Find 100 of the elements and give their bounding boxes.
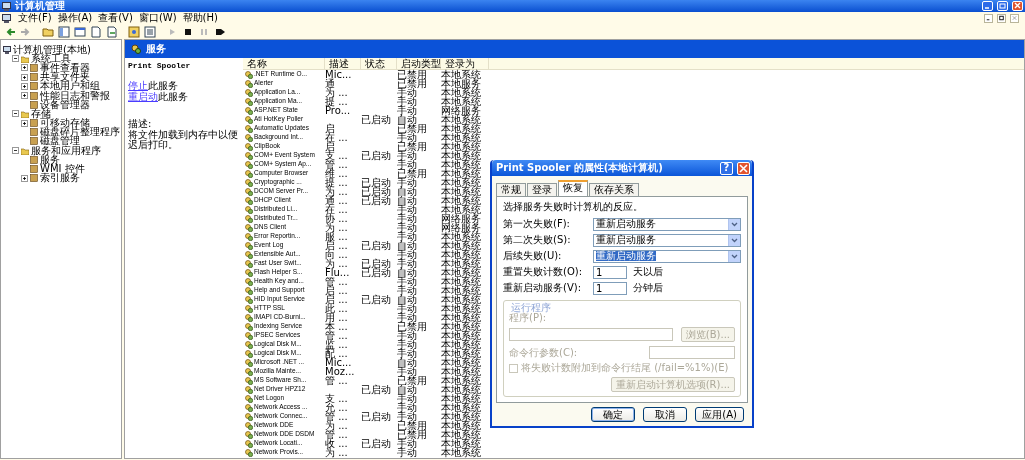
- table-cell-text: Mic...: [325, 357, 352, 368]
- tree-item[interactable]: 服务: [40, 154, 60, 165]
- restore-button[interactable]: [997, 13, 1006, 23]
- table-cell-text: 手动: [397, 105, 418, 116]
- table-cell-text: 自动: [397, 357, 418, 368]
- computer-icon: [2, 13, 11, 23]
- column-header[interactable]: 描述: [325, 58, 361, 69]
- table-cell-text: 为 ...: [325, 87, 349, 98]
- table-cell-text: 已启动: [361, 411, 392, 422]
- panel-icon[interactable]: [57, 25, 70, 38]
- table-cell-text: 已禁用: [397, 375, 428, 386]
- collapse-toggle[interactable]: [12, 110, 19, 118]
- table-cell-text: 已启动: [361, 240, 392, 251]
- table-cell-text: 已禁用: [397, 141, 428, 152]
- list-icon[interactable]: [143, 25, 156, 38]
- tree-item[interactable]: 计算机管理(本地): [13, 44, 91, 55]
- table-cell-text: 向 ...: [325, 249, 349, 260]
- group-title: 运行程序: [509, 303, 553, 313]
- service-name: Print Spooler: [128, 62, 192, 70]
- window-icon[interactable]: [73, 25, 86, 38]
- expand-toggle[interactable]: [21, 73, 28, 81]
- ok-button[interactable]: 确定: [591, 407, 636, 422]
- table-cell-text: 手动: [397, 87, 417, 98]
- table-cell-text: 自动: [397, 267, 418, 278]
- table-cell-text: 手动: [397, 258, 418, 269]
- expand-toggle[interactable]: [21, 92, 28, 100]
- table-cell-text: 本地系统: [441, 258, 482, 269]
- table-cell-text: 本地系统: [441, 96, 482, 107]
- tree-item[interactable]: 共享文件夹: [40, 72, 90, 83]
- table-cell-text: 手动: [397, 285, 418, 296]
- table-cell-text: 监 ...: [325, 339, 349, 350]
- folder-icon: [21, 146, 29, 155]
- table-cell-text: 手动: [397, 159, 417, 170]
- expand-toggle[interactable]: [21, 82, 28, 90]
- tab[interactable]: 常规: [496, 183, 526, 196]
- table-cell-text: 手动: [397, 366, 417, 377]
- table-cell-text: 启 ...: [325, 240, 349, 251]
- stop-link[interactable]: 停止: [128, 80, 148, 91]
- table-cell-text: 已启动: [361, 258, 392, 269]
- help-button[interactable]: ?: [720, 161, 733, 175]
- number-field[interactable]: 1: [593, 265, 627, 279]
- restart-link[interactable]: 重启动: [128, 91, 158, 102]
- column-header[interactable]: 状态: [361, 58, 397, 69]
- table-cell-text: 本地系统: [441, 402, 482, 413]
- table-cell-text: 管 ...: [325, 411, 349, 422]
- collapse-toggle[interactable]: [12, 55, 19, 63]
- tab[interactable]: 依存关系: [589, 183, 639, 196]
- table-cell-text: 手动: [397, 330, 417, 341]
- expand-toggle[interactable]: [21, 119, 28, 127]
- description-label: 描述:: [128, 119, 153, 129]
- dropdown[interactable]: 重新启动服务: [593, 249, 741, 263]
- number-field[interactable]: 1: [593, 281, 627, 295]
- expand-toggle[interactable]: [21, 174, 28, 182]
- tab[interactable]: 恢复: [558, 180, 588, 196]
- table-cell-text: 本地系统: [441, 393, 482, 404]
- menu-item[interactable]: 操作(A): [54, 13, 96, 23]
- table-cell-text: 通 ...: [325, 195, 349, 206]
- table-cell-text: 服 ...: [325, 231, 349, 242]
- field-label: 程序(P):: [509, 313, 547, 323]
- expand-toggle[interactable]: [21, 64, 28, 72]
- table-cell-text: 启: [325, 141, 336, 152]
- tree-item[interactable]: 服务和应用程序: [31, 145, 101, 156]
- tab[interactable]: 登录: [527, 183, 557, 196]
- dropdown[interactable]: 重新启动服务: [593, 233, 741, 247]
- cancel-button[interactable]: 取消: [643, 407, 688, 422]
- menu-item[interactable]: 窗口(W): [135, 13, 180, 23]
- table-cell-text: 已禁用: [397, 420, 428, 431]
- table-cell-text: 手动: [397, 96, 418, 107]
- table-cell-text: 已启动: [361, 177, 392, 188]
- tree-item[interactable]: 索引服务: [40, 173, 80, 184]
- collapse-toggle[interactable]: [12, 147, 19, 155]
- column-header[interactable]: 登录为: [441, 58, 489, 69]
- table-cell-text: 已启动: [361, 195, 392, 206]
- tree-item[interactable]: 存储: [31, 108, 51, 119]
- table-cell-text: 启 ...: [325, 285, 349, 296]
- tree-item[interactable]: 设备管理器: [40, 99, 90, 110]
- unit-label: 分钟后: [633, 283, 663, 293]
- table-cell-text: 本地系统: [441, 177, 482, 188]
- dropdown[interactable]: 重新启动服务: [593, 217, 741, 231]
- table-cell-text: 本地系统: [441, 249, 482, 260]
- table-cell-text: 手动: [397, 348, 418, 359]
- menu-item[interactable]: 帮助(H): [179, 13, 221, 23]
- tree-item[interactable]: 系统工具: [31, 53, 71, 64]
- table-cell-text: 本地系统: [441, 276, 482, 287]
- table-cell-text: 手动: [397, 276, 418, 287]
- menu-item[interactable]: 文件(F): [15, 13, 55, 23]
- table-cell-text: 本地系统: [441, 159, 482, 170]
- table-cell-text: 本地系统: [441, 240, 482, 251]
- tree-item[interactable]: 本地用户和组: [40, 81, 100, 92]
- apply-button[interactable]: 应用(A): [695, 407, 744, 422]
- column-header[interactable]: 名称: [243, 58, 325, 69]
- chevron-down-icon: [728, 218, 740, 230]
- table-cell-text: 本地系统: [441, 141, 482, 152]
- tree-item[interactable]: 性能日志和警报: [40, 90, 110, 101]
- tree-item[interactable]: 事件查看器: [40, 62, 90, 73]
- menu-item[interactable]: 查看(V): [95, 13, 136, 23]
- table-cell-text: 本地系统: [441, 294, 482, 305]
- gear-icon: [131, 44, 141, 54]
- column-header[interactable]: 启动类型: [397, 58, 441, 69]
- table-cell-text: 本地系统: [441, 303, 482, 314]
